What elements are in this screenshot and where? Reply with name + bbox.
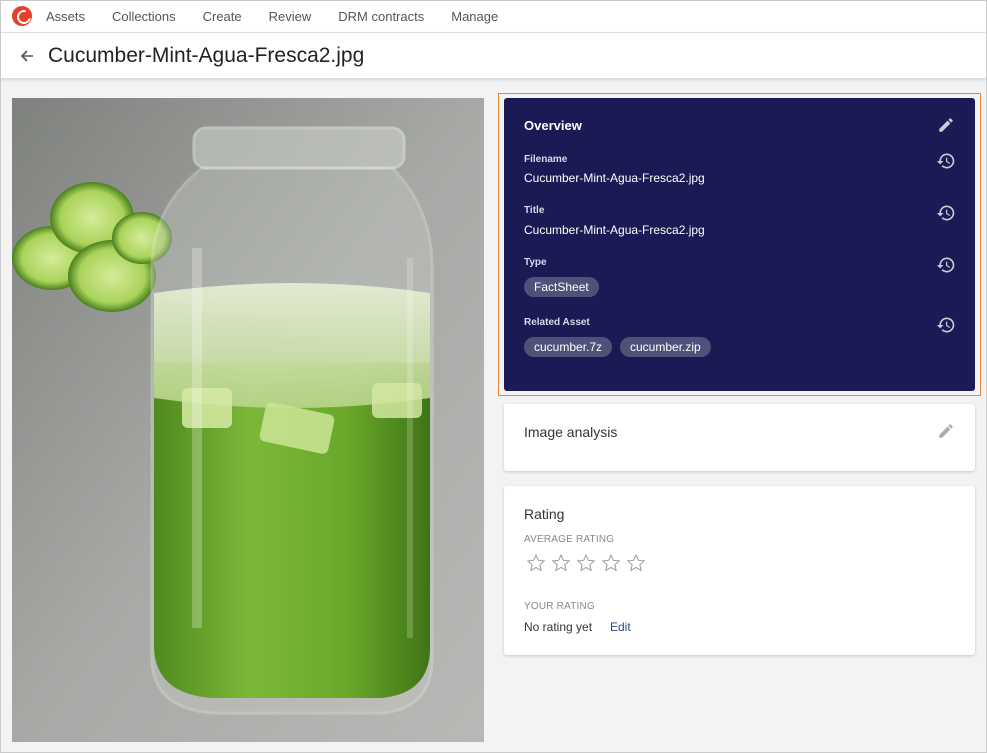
page-header: Cucumber-Mint-Agua-Fresca2.jpg (0, 33, 987, 79)
star-outline-icon (576, 553, 596, 572)
type-label: Type (524, 257, 547, 268)
star-outline-icon (626, 553, 646, 572)
image-analysis-title: Image analysis (524, 424, 618, 440)
title-value: Cucumber-Mint-Agua-Fresca2.jpg (524, 223, 705, 237)
top-nav: Assets Collections Create Review DRM con… (0, 0, 987, 33)
filename-label: Filename (524, 154, 568, 165)
title-label: Title (524, 205, 545, 216)
nav-item-manage[interactable]: Manage (451, 9, 498, 24)
related-asset-chip[interactable]: cucumber.zip (620, 337, 711, 357)
related-asset-chip[interactable]: cucumber.7z (524, 337, 613, 357)
page-title: Cucumber-Mint-Agua-Fresca2.jpg (48, 43, 365, 67)
average-rating-label: AVERAGE RATING (524, 534, 615, 545)
star-outline-icon (601, 553, 621, 572)
related-asset-label: Related Asset (524, 317, 590, 328)
edit-rating-link[interactable]: Edit (610, 620, 631, 634)
history-icon (936, 317, 955, 333)
average-rating-stars (524, 553, 649, 573)
star-outline-icon (526, 553, 546, 572)
nav-item-collections[interactable]: Collections (112, 9, 176, 24)
nav-item-assets[interactable]: Assets (46, 9, 85, 24)
type-history-button[interactable] (936, 255, 956, 275)
edit-overview-button[interactable] (936, 115, 956, 135)
pencil-icon (939, 118, 953, 132)
title-history-button[interactable] (936, 203, 956, 223)
pencil-icon (939, 424, 953, 438)
type-chip[interactable]: FactSheet (524, 277, 599, 297)
edit-image-analysis-button[interactable] (936, 421, 956, 441)
star-outline-icon (551, 553, 571, 572)
history-icon (936, 257, 955, 273)
brand-logo-icon[interactable] (12, 6, 32, 26)
arrow-left-icon (20, 49, 33, 62)
history-icon (936, 205, 955, 221)
overview-title: Overview (524, 118, 582, 133)
asset-preview-image (12, 98, 484, 742)
your-rating-value: No rating yet (524, 620, 593, 634)
your-rating-label: YOUR RATING (524, 601, 595, 612)
related-asset-history-button[interactable] (936, 315, 956, 335)
image-analysis-card: Image analysis (504, 404, 975, 471)
filename-value: Cucumber-Mint-Agua-Fresca2.jpg (524, 171, 705, 185)
rating-title: Rating (524, 506, 565, 522)
rating-card: Rating AVERAGE RATING YOUR RATING No rat… (504, 486, 975, 655)
history-icon (936, 153, 955, 169)
back-button[interactable] (14, 43, 40, 69)
overview-card: Overview Filename Cucumber-Mint-Agua-Fre… (504, 98, 975, 391)
filename-history-button[interactable] (936, 151, 956, 171)
nav-item-drm-contracts[interactable]: DRM contracts (338, 9, 424, 24)
nav-item-review[interactable]: Review (269, 9, 312, 24)
nav-item-create[interactable]: Create (203, 9, 242, 24)
